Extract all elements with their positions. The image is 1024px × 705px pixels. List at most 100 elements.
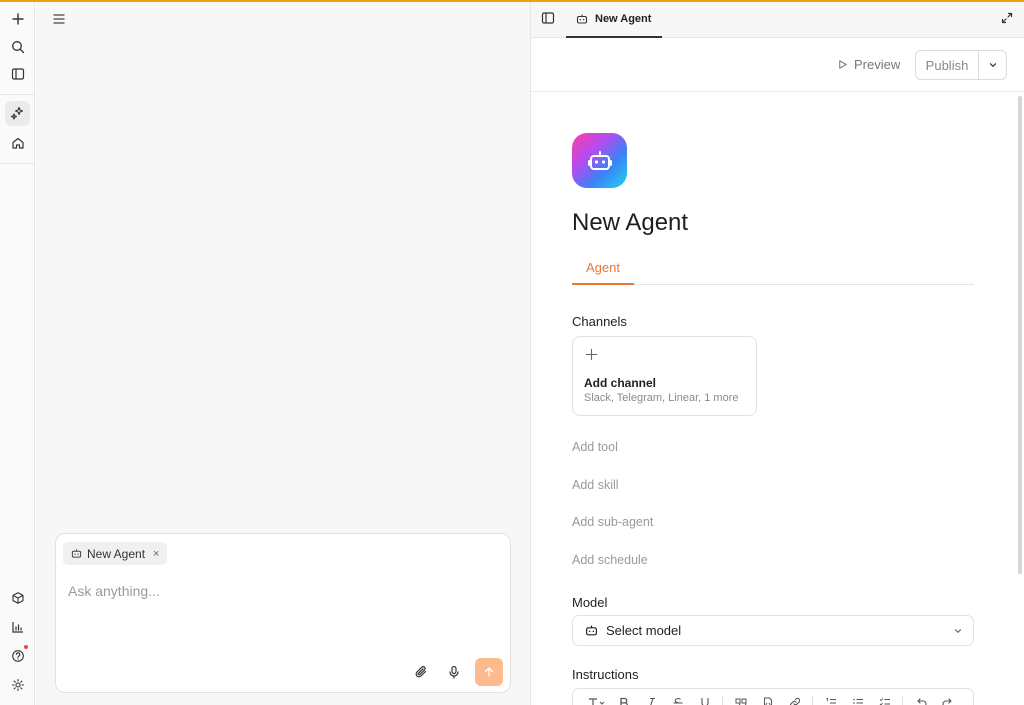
bot-icon <box>586 625 597 636</box>
panel-toggle-button[interactable] <box>541 11 557 27</box>
add-tool-link[interactable]: Add tool <box>572 440 618 454</box>
top-accent-line <box>0 0 1024 2</box>
chat-composer: New Agent × <box>55 533 511 693</box>
preview-label: Preview <box>854 56 901 72</box>
chevron-down-icon <box>989 63 996 67</box>
bullet-list-icon <box>852 698 863 704</box>
attach-button[interactable] <box>408 659 434 685</box>
menu-button[interactable] <box>49 10 69 28</box>
expand-icon <box>1001 12 1013 24</box>
notification-dot <box>24 645 28 649</box>
panel-scrollbar[interactable] <box>1018 96 1022 574</box>
bold-icon <box>619 697 628 705</box>
agent-name-heading[interactable]: New Agent <box>572 209 688 237</box>
italic-button[interactable] <box>637 693 664 705</box>
add-schedule-link[interactable]: Add schedule <box>572 553 648 567</box>
text-size-icon <box>588 698 604 705</box>
gear-icon <box>11 678 24 691</box>
checklist-icon <box>879 698 890 705</box>
box-icon <box>11 591 24 604</box>
code-block-button[interactable] <box>754 693 781 705</box>
quote-icon <box>735 698 746 705</box>
publish-button[interactable]: Publish <box>916 51 979 79</box>
plus-icon <box>11 12 24 25</box>
undo-button[interactable] <box>907 693 934 705</box>
publish-options-button[interactable] <box>979 51 1006 79</box>
new-chat-button[interactable] <box>5 6 30 31</box>
model-label: Model <box>572 595 608 610</box>
agent-subtabs: Agent <box>572 252 974 285</box>
chip-close-icon[interactable]: × <box>153 548 159 560</box>
panel-tabbar: New Agent <box>531 2 1024 38</box>
voice-button[interactable] <box>441 659 467 685</box>
ordered-list-icon <box>826 698 836 704</box>
tab-new-agent[interactable]: New Agent <box>566 2 662 38</box>
agent-avatar[interactable] <box>572 133 627 188</box>
add-channel-card[interactable]: Add channel Slack, Telegram, Linear, 1 m… <box>572 336 757 416</box>
bot-icon <box>576 14 588 24</box>
packages-button[interactable] <box>5 585 30 610</box>
publish-group: Publish <box>915 50 1007 80</box>
checklist-button[interactable] <box>871 693 898 705</box>
link-icon <box>789 697 800 705</box>
strikethrough-button[interactable] <box>664 693 691 705</box>
model-select-value: Select model <box>606 623 682 638</box>
toolbar-divider <box>722 696 723 705</box>
chat-area: New Agent × <box>36 2 530 705</box>
quote-button[interactable] <box>727 693 754 705</box>
paperclip-icon <box>415 666 427 678</box>
toggle-sidebar-button[interactable] <box>5 61 30 86</box>
add-channel-subtitle: Slack, Telegram, Linear, 1 more <box>584 392 739 404</box>
channels-label: Channels <box>572 314 627 329</box>
plus-icon <box>585 348 598 361</box>
settings-button[interactable] <box>5 672 30 697</box>
text-style-button[interactable] <box>583 693 610 705</box>
model-select[interactable]: Select model <box>572 615 974 646</box>
tab-agent[interactable]: Agent <box>572 252 634 285</box>
agents-button[interactable] <box>5 101 30 126</box>
add-sub-agent-link[interactable]: Add sub-agent <box>572 515 653 529</box>
bold-button[interactable] <box>610 693 637 705</box>
underline-button[interactable] <box>691 693 718 705</box>
context-chip-label: New Agent <box>87 546 146 561</box>
help-button[interactable] <box>5 643 30 668</box>
add-skill-link[interactable]: Add skill <box>572 478 619 492</box>
help-icon <box>11 649 24 662</box>
expand-button[interactable] <box>1000 11 1016 27</box>
left-rail <box>0 2 35 705</box>
search-button[interactable] <box>5 34 30 59</box>
send-button[interactable] <box>475 658 503 686</box>
chat-input[interactable] <box>68 583 488 599</box>
sidebar-icon <box>11 67 24 80</box>
hamburger-icon <box>53 14 65 24</box>
rail-divider <box>0 163 35 164</box>
panel-toolbar: Preview Publish <box>531 38 1024 92</box>
context-chip[interactable]: New Agent × <box>63 542 168 565</box>
search-icon <box>11 40 24 53</box>
bullet-list-button[interactable] <box>844 693 871 705</box>
add-channel-title: Add channel <box>584 376 657 390</box>
link-button[interactable] <box>781 693 808 705</box>
undo-icon <box>916 698 926 705</box>
sparkle-agent-icon <box>10 106 24 120</box>
home-button[interactable] <box>5 130 30 155</box>
preview-button[interactable]: Preview <box>831 50 906 78</box>
redo-icon <box>942 698 952 705</box>
instructions-toolbar <box>572 688 974 705</box>
rail-divider <box>0 94 35 95</box>
ordered-list-button[interactable] <box>817 693 844 705</box>
analytics-button[interactable] <box>5 614 30 639</box>
file-code-icon <box>763 697 772 705</box>
chevron-down-icon <box>954 629 962 633</box>
panel-left-icon <box>541 12 555 24</box>
agent-panel: New Agent Preview Publish New Agent Agen… <box>530 2 1024 705</box>
robot-icon <box>587 150 612 170</box>
bar-chart-icon <box>11 621 23 633</box>
underline-icon <box>700 698 709 705</box>
play-icon <box>839 59 847 69</box>
toolbar-divider <box>812 696 813 705</box>
tab-label: New Agent <box>595 13 652 25</box>
agent-editor: New Agent Agent Channels Add channel Sla… <box>572 92 974 705</box>
redo-button[interactable] <box>934 693 961 705</box>
microphone-icon <box>449 665 459 679</box>
